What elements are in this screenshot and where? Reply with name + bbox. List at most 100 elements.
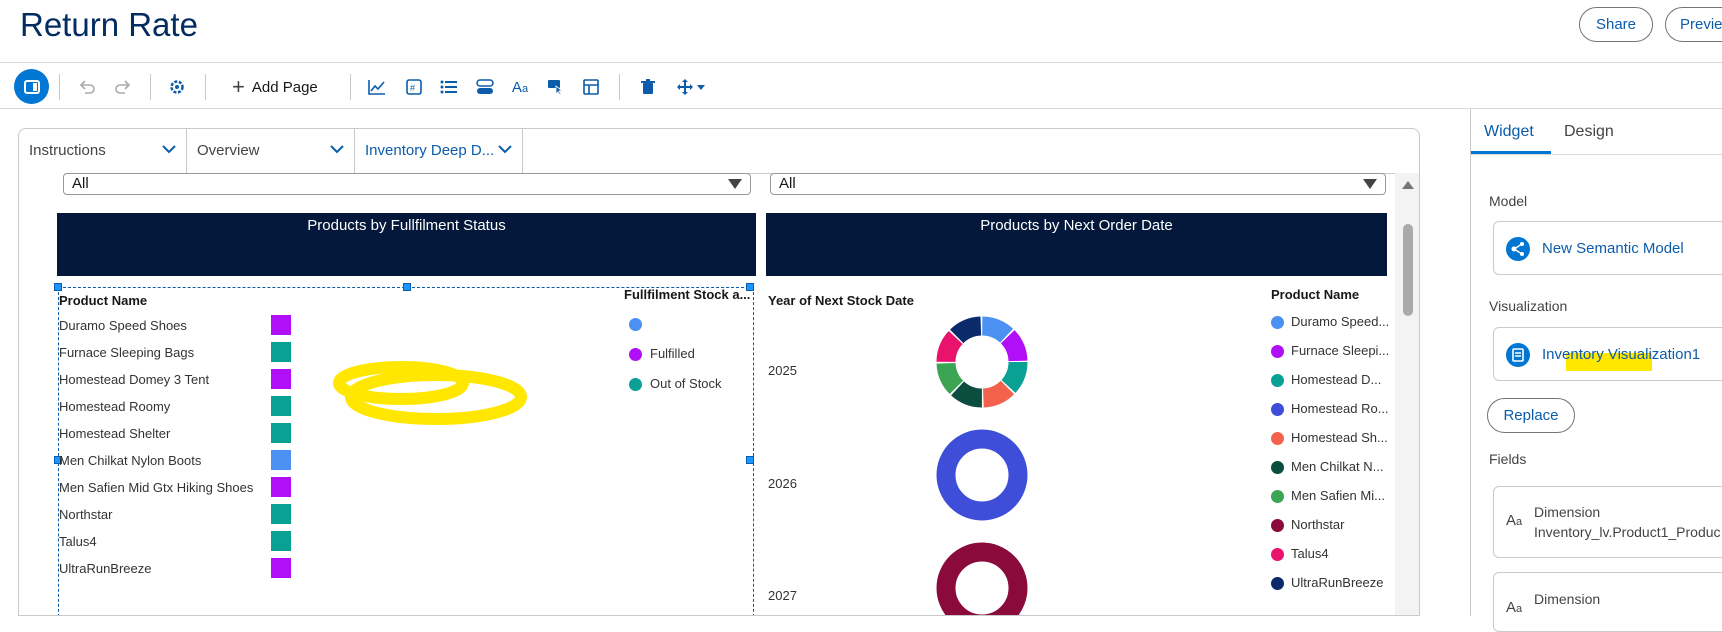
redo-icon[interactable]: [112, 76, 134, 98]
legend-label: Homestead Sh...: [1291, 430, 1388, 445]
field-name: Inventory_lv.Product1_Produc: [1534, 524, 1721, 540]
donut-slice: [936, 316, 1028, 408]
toggle-panel-button[interactable]: [14, 69, 49, 104]
resize-handle[interactable]: [54, 283, 62, 291]
text-field-icon: Aa: [1506, 512, 1523, 529]
legend-label: Northstar: [1291, 517, 1345, 532]
filter-select-left[interactable]: All: [63, 173, 751, 195]
chevron-down-icon: [162, 145, 176, 154]
legend-label: Men Chilkat N...: [1291, 459, 1384, 474]
tab-instructions[interactable]: Instructions: [19, 129, 187, 173]
donut-slice: [936, 316, 1028, 408]
field-card[interactable]: Aa Dimension: [1493, 572, 1722, 632]
share-button[interactable]: Share: [1579, 7, 1653, 42]
tab-overview[interactable]: Overview: [187, 129, 355, 173]
scrollbar-thumb[interactable]: [1403, 224, 1413, 316]
undo-icon[interactable]: [76, 76, 98, 98]
year-label: 2025: [768, 363, 797, 378]
widget-header-next-order: Products by Next Order Date: [766, 213, 1387, 276]
resize-handle[interactable]: [403, 283, 411, 291]
filter-select-right[interactable]: All: [770, 173, 1386, 195]
product-name: Men Chilkat Nylon Boots: [59, 453, 202, 468]
highlight-scribble: [333, 361, 527, 425]
trash-icon[interactable]: [637, 76, 659, 98]
replace-button[interactable]: Replace: [1487, 398, 1575, 433]
donut-slice: [936, 316, 1028, 408]
svg-text:#: #: [410, 83, 415, 93]
panel-icon: [23, 79, 40, 94]
list-icon[interactable]: [438, 76, 460, 98]
chart-icon[interactable]: [366, 76, 388, 98]
donut-2027: [936, 542, 1028, 615]
donut-slice: [936, 429, 1028, 521]
visualization-name[interactable]: Inventory Visualization1: [1542, 346, 1700, 363]
panel-tab-divider: [1471, 154, 1722, 155]
chevron-down-icon: [697, 84, 705, 90]
visualization-label: Visualization: [1489, 298, 1568, 314]
field-card[interactable]: Aa Dimension Inventory_lv.Product1_Produ…: [1493, 486, 1722, 558]
legend-swatch: [1271, 374, 1284, 387]
legend-title-fulfilment: Fullfilment Stock a...: [624, 287, 751, 302]
legend-swatch: [1271, 548, 1284, 561]
status-square: [271, 504, 291, 524]
field-type: Dimension: [1534, 591, 1601, 607]
move-arrows-icon: [677, 79, 693, 95]
settings-gear-icon[interactable]: [166, 76, 188, 98]
legend-label: Fulfilled: [650, 346, 695, 361]
status-square: [271, 423, 291, 443]
number-widget-icon[interactable]: #: [403, 76, 425, 98]
legend-title-product: Product Name: [1271, 287, 1360, 302]
add-page-button[interactable]: + Add Page: [232, 74, 318, 100]
product-name: Men Safien Mid Gtx Hiking Shoes: [59, 480, 254, 495]
toggle-icon[interactable]: [474, 76, 496, 98]
legend-swatch: [1271, 577, 1284, 590]
legend-label: Out of Stock: [650, 376, 722, 391]
legend-label: UltraRunBreeze: [1291, 575, 1384, 590]
move-menu[interactable]: [676, 76, 708, 98]
legend-swatch: [1271, 316, 1284, 329]
product-name: Talus4: [59, 534, 97, 549]
visualization-card[interactable]: Inventory Visualization1: [1493, 327, 1722, 381]
legend-swatch: [629, 318, 642, 331]
product-name: UltraRunBreeze: [59, 561, 152, 576]
status-square: [271, 531, 291, 551]
legend-swatch: [1271, 461, 1284, 474]
donut-slice: [936, 542, 1028, 615]
product-name: Furnace Sleeping Bags: [59, 345, 195, 360]
model-label: Model: [1489, 193, 1528, 209]
preview-button[interactable]: Previe: [1665, 7, 1722, 42]
donut-slice: [936, 316, 1028, 408]
legend-swatch: [1271, 432, 1284, 445]
legend-label: Duramo Speed...: [1291, 314, 1390, 329]
chevron-down-icon: [498, 145, 512, 154]
model-name[interactable]: New Semantic Model: [1542, 240, 1684, 257]
product-name: Homestead Domey 3 Tent: [59, 372, 210, 387]
chevron-down-icon: [330, 145, 344, 154]
tab-design[interactable]: Design: [1564, 123, 1614, 141]
status-square: [271, 558, 291, 578]
link-widget-icon[interactable]: [545, 76, 567, 98]
status-square: [271, 477, 291, 497]
model-card[interactable]: New Semantic Model: [1493, 221, 1722, 275]
selected-widget-frame[interactable]: [58, 287, 754, 615]
plus-icon: +: [232, 74, 245, 99]
year-label: 2026: [768, 476, 797, 491]
donut-2026: [936, 429, 1028, 521]
resize-handle[interactable]: [746, 456, 754, 464]
toolbar-divider: [0, 108, 1722, 109]
donut-slice: [936, 316, 1028, 408]
field-type: Dimension: [1534, 504, 1601, 520]
vertical-scrollbar[interactable]: [1395, 173, 1419, 615]
legend-label: Homestead Ro...: [1291, 401, 1389, 416]
visualization-icon: [1506, 343, 1530, 367]
column-header-product-name: Product Name: [59, 293, 148, 308]
tab-widget[interactable]: Widget: [1484, 123, 1534, 141]
product-name: Duramo Speed Shoes: [59, 318, 187, 333]
table-icon[interactable]: [580, 76, 602, 98]
donut-slice: [936, 316, 1028, 408]
scroll-up-icon[interactable]: [1402, 181, 1414, 189]
tab-inventory-deep-dive[interactable]: Inventory Deep D...: [355, 129, 523, 174]
text-icon[interactable]: Aa: [509, 76, 531, 98]
legend-swatch: [629, 348, 642, 361]
widget-header-fulfilment: Products by Fullfilment Status: [57, 213, 756, 276]
